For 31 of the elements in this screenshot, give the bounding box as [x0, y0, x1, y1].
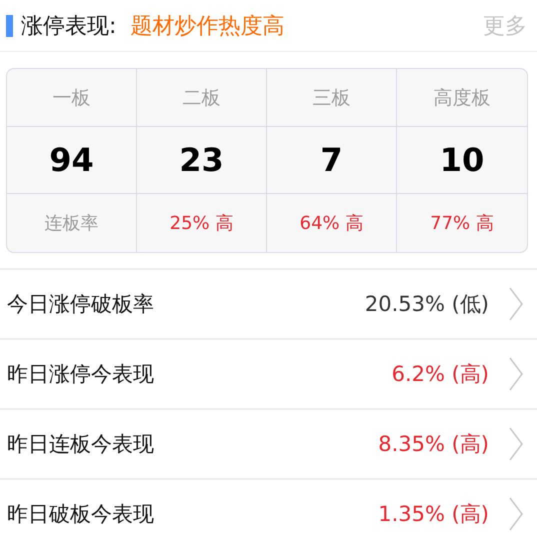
row-value: 6.2% (高): [392, 361, 489, 388]
row-label: 昨日连板今表现: [7, 431, 154, 458]
row-label: 昨日涨停今表现: [7, 361, 154, 388]
rate-cell-text: 77% 高: [429, 212, 495, 236]
row-label: 昨日破板今表现: [7, 501, 154, 528]
count-cell: 10: [397, 127, 527, 194]
list-row[interactable]: 昨日涨停今表现 6.2% (高): [0, 340, 537, 410]
chevron-right-icon: [509, 357, 523, 391]
list-row[interactable]: 今日涨停破板率 20.53% (低): [0, 270, 537, 340]
rate-cell: 64% 高: [267, 194, 397, 252]
chevron-right-icon: [509, 287, 523, 321]
accent-bar: [6, 14, 13, 36]
row-value: 1.35% (高): [378, 501, 489, 528]
column-header: 高度板: [397, 69, 527, 127]
rate-cell: 连板率: [7, 194, 137, 252]
column-header: 一板: [7, 69, 137, 127]
section-title: 涨停表现:: [21, 12, 116, 40]
rate-cell: 25% 高: [137, 194, 267, 252]
list-row[interactable]: 昨日破板今表现 1.35% (高): [0, 480, 537, 545]
row-label: 今日涨停破板率: [7, 291, 154, 318]
count-cell: 23: [137, 127, 267, 194]
count-cell: 7: [267, 127, 397, 194]
list-row[interactable]: 昨日连板今表现 8.35% (高): [0, 410, 537, 480]
row-value: 8.35% (高): [378, 431, 489, 458]
column-header: 二板: [137, 69, 267, 127]
count-cell: 94: [7, 127, 137, 194]
section-highlight: 题材炒作热度高: [130, 12, 284, 40]
chevron-right-icon: [509, 497, 523, 531]
chevron-right-icon: [509, 427, 523, 461]
column-header: 三板: [267, 69, 397, 127]
row-value: 20.53% (低): [364, 291, 489, 318]
